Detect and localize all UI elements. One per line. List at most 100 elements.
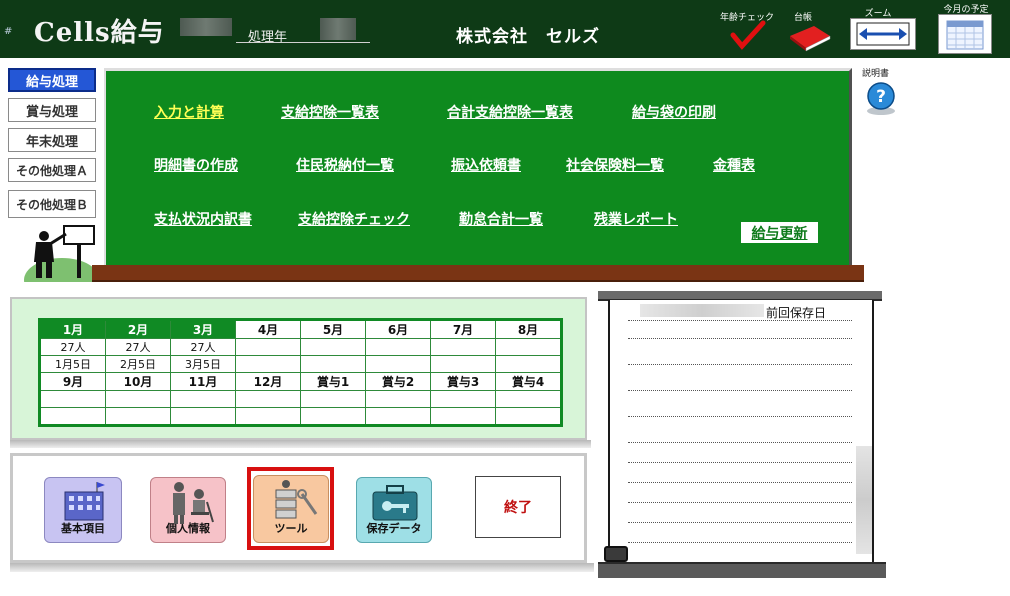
zoom-button[interactable] [850,18,916,50]
last-saved-label: 前回保存日 [766,306,827,320]
sidebar-item-bonus[interactable]: 賞与処理 [8,98,96,122]
count-cell: 27人 [105,338,171,356]
menu-pay-envelope-print[interactable]: 給与袋の印刷 [632,102,716,122]
briefcase-key-icon [372,485,418,521]
menu-total-payment-deduction-list[interactable]: 合計支給控除一覧表 [447,102,573,122]
menu-payment-deduction-check[interactable]: 支給控除チェック [298,209,410,229]
count-cell [495,338,562,356]
count-cell [300,338,366,356]
empty-row [39,407,562,426]
salary-update-button[interactable]: 給与更新 [741,222,818,243]
exit-button[interactable]: 終了 [475,476,561,538]
processing-year-underline [236,42,370,43]
date-cell [300,355,366,373]
company-name: 株式会社 セルズ [456,27,600,47]
notes-scrollbar[interactable] [856,446,872,554]
month-header-row: 1月 2月 3月 4月 5月 6月 7月 8月 [39,319,562,339]
bonus-cell[interactable]: 賞与4 [495,372,562,391]
saved-data-label: 保存データ [366,522,422,535]
sidebar-item-other-a[interactable]: その他処理Ａ [8,158,96,182]
presenter-illustration [24,222,100,302]
count-cell: 27人 [170,338,236,356]
note-line [628,338,852,339]
redacted-field [180,18,232,36]
date-cell: 3月5日 [170,355,236,373]
note-line [628,442,852,443]
note-line [628,390,852,391]
date-cell: 2月5日 [105,355,171,373]
menu-overtime-report[interactable]: 残業レポート [594,209,678,229]
processing-year-value [320,18,356,40]
calendar-panel-shadow [10,440,591,448]
month-cell[interactable]: 2月 [105,319,171,339]
tools-button[interactable]: ツール [253,475,329,543]
bonus-cell[interactable]: 賞与1 [300,372,366,391]
note-line [628,502,852,503]
count-cell [430,338,496,356]
count-cell: 27人 [39,338,106,356]
month-cell[interactable]: 3月 [170,319,236,339]
sidebar-item-year-end[interactable]: 年末処理 [8,128,96,152]
note-line [628,416,852,417]
menu-resident-tax-list[interactable]: 住民税納付一覧 [296,155,394,175]
ledger-button[interactable] [788,22,832,52]
count-cell [365,338,431,356]
monthly-schedule-button[interactable] [938,14,992,54]
date-cell [495,355,562,373]
menu-transfer-request[interactable]: 振込依頼書 [451,155,521,175]
building-icon [64,482,105,521]
people-icon [173,482,214,524]
count-cell [235,338,301,356]
zoom-arrows-icon [856,22,910,46]
board-ledge [92,265,864,282]
scroll-bottom-rod [598,562,886,578]
launcher-panel-shadow [10,563,594,572]
empty-row [39,390,562,408]
help-icon: ? [867,82,895,115]
note-line [628,522,852,523]
menu-create-statement[interactable]: 明細書の作成 [154,155,238,175]
bonus-cell[interactable]: 賞与3 [430,372,496,391]
month-cell[interactable]: 6月 [365,319,431,339]
note-line [628,482,852,483]
month-cell[interactable]: 7月 [430,319,496,339]
basic-items-button[interactable]: 基本項目 [44,477,122,543]
basic-items-label: 基本項目 [61,522,105,535]
calendar-icon [946,20,984,50]
bonus-cell[interactable]: 賞与2 [365,372,431,391]
date-cell [430,355,496,373]
date-cell: 1月5日 [39,355,106,373]
sidebar-item-other-b[interactable]: その他処理Ｂ [8,190,96,218]
month-cell[interactable]: 11月 [170,372,236,391]
monthly-calendar-table: 1月 2月 3月 4月 5月 6月 7月 8月 27人 27人 27人 1月5日… [38,318,563,427]
menu-payment-deduction-list[interactable]: 支給控除一覧表 [281,102,379,122]
month-cell[interactable]: 4月 [235,319,301,339]
personal-info-button[interactable]: 個人情報 [150,477,226,543]
month-cell[interactable]: 10月 [105,372,171,391]
menu-input-calculation[interactable]: 入力と計算 [154,102,224,122]
menu-denomination-table[interactable]: 金種表 [713,155,755,175]
month-cell[interactable]: 1月 [39,319,106,339]
month-cell[interactable]: 12月 [235,372,301,391]
month-cell[interactable]: 8月 [495,319,562,339]
pay-date-row: 1月5日 2月5日 3月5日 [39,355,562,373]
menu-social-insurance-list[interactable]: 社会保険料一覧 [566,155,664,175]
employee-count-row: 27人 27人 27人 [39,338,562,356]
saved-data-button[interactable]: 保存データ [356,477,432,543]
date-cell [365,355,431,373]
tools-icon [275,480,318,519]
scroll-end-cap [604,546,628,562]
app-title: Cells給与 [34,18,165,48]
month-cell[interactable]: 5月 [300,319,366,339]
ledger-book-icon [790,26,831,52]
sidebar-item-salary[interactable]: 給与処理 [8,68,96,92]
month-header-row: 9月 10月 11月 12月 賞与1 賞与2 賞与3 賞与4 [39,372,562,391]
menu-attendance-total-list[interactable]: 勤怠合計一覧 [459,209,543,229]
menu-payment-status-breakdown[interactable]: 支払状況内訳書 [154,209,252,229]
manual-button[interactable]: ? [864,80,898,115]
manual-label: 説明書 [862,69,890,79]
note-line [628,462,852,463]
note-line [628,542,852,543]
month-cell[interactable]: 9月 [39,372,106,391]
age-check-button[interactable] [730,20,766,50]
